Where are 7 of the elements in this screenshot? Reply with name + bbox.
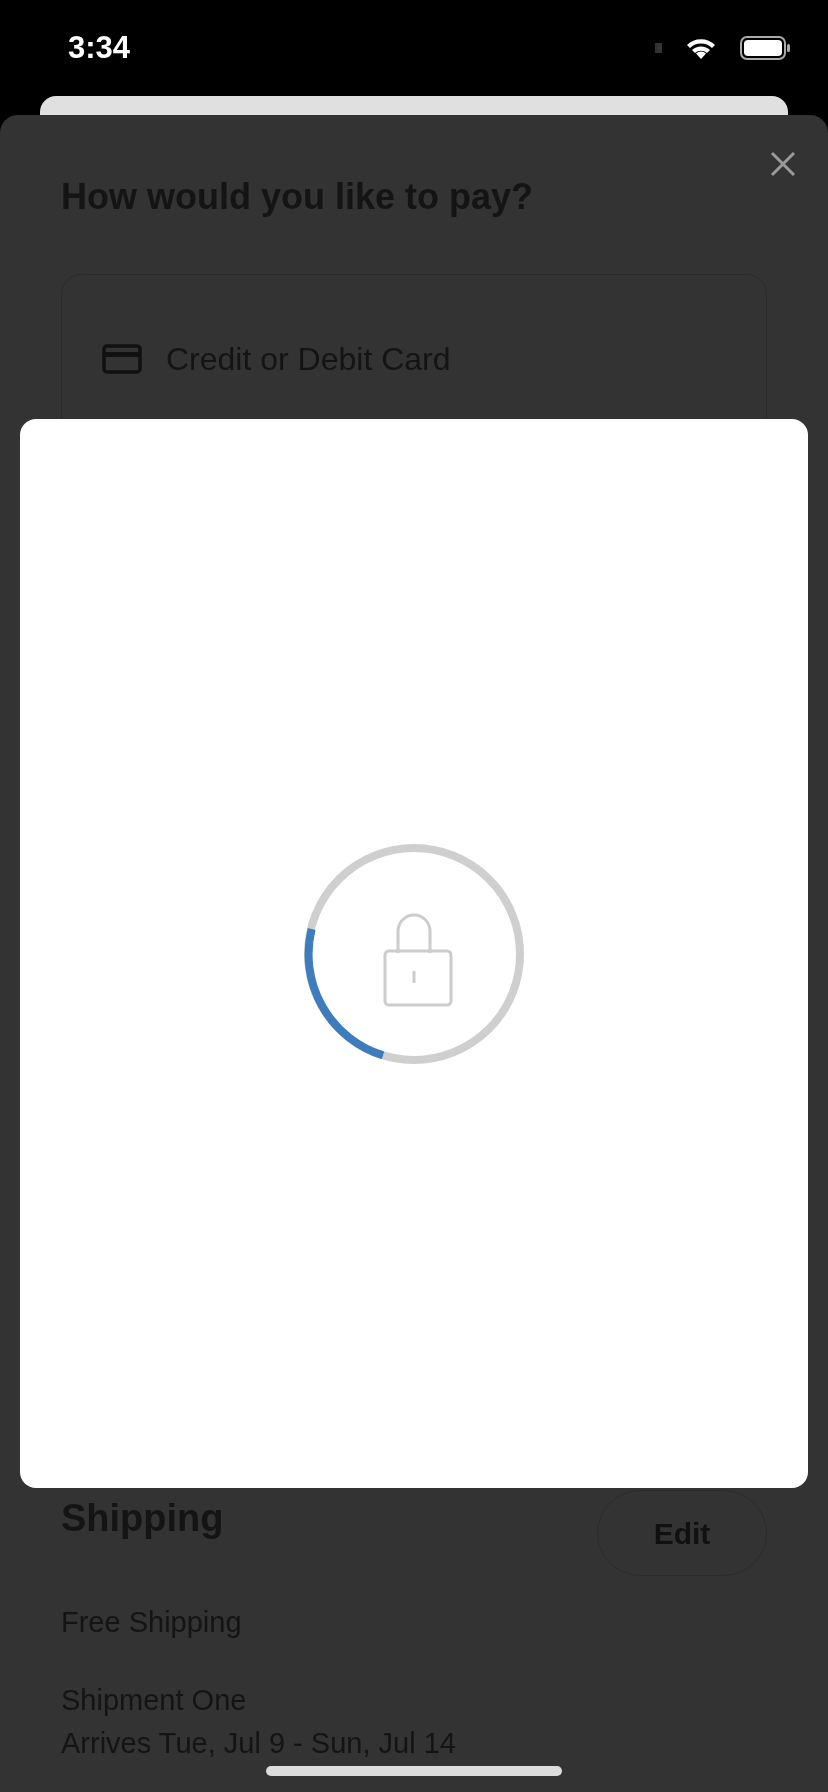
signal-icon xyxy=(655,43,662,53)
loading-spinner-icon xyxy=(303,842,525,1065)
close-icon xyxy=(770,151,796,177)
battery-icon xyxy=(740,36,790,60)
status-time: 3:34 xyxy=(68,28,131,67)
credit-card-icon xyxy=(102,344,142,375)
wifi-icon xyxy=(686,37,716,59)
